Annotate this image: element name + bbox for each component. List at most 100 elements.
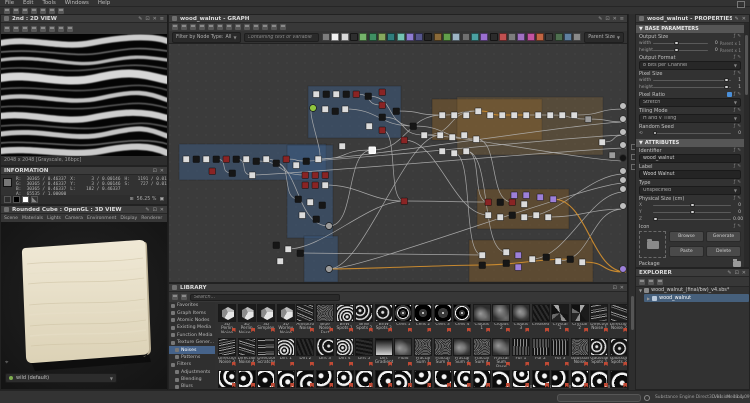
graph-output-node[interactable]: [620, 168, 627, 175]
graph-node[interactable]: [463, 148, 470, 155]
graph-node[interactable]: [183, 156, 190, 163]
node-preset-5[interactable]: [359, 33, 367, 41]
input-wood-walnut[interactable]: Wood Walnut: [639, 170, 741, 179]
properties-scrollbar[interactable]: [744, 23, 749, 267]
graph-node[interactable]: [333, 91, 340, 98]
graph-node[interactable]: [322, 172, 329, 179]
library-item[interactable]: [590, 370, 608, 388]
graph-node[interactable]: [277, 258, 284, 265]
new-package-icon[interactable]: [4, 8, 10, 14]
param-function-icons[interactable]: ƒ✎: [734, 164, 741, 169]
slider-handle[interactable]: [653, 131, 658, 136]
library-item-dirt-1[interactable]: Dirt 1: [277, 338, 295, 367]
properties-header[interactable]: wood_walnut - PROPERTIES ✎ ✕: [636, 15, 749, 23]
dropdown-8-bits-per-channel[interactable]: 8 Bits per Channel▼: [639, 61, 741, 70]
library-header[interactable]: LIBRARY ⊡ ✕: [169, 284, 627, 292]
param-function-icons[interactable]: ƒ✎: [734, 55, 741, 60]
graph-node[interactable]: [297, 250, 304, 257]
graph-node[interactable]: [511, 192, 518, 199]
slider-track[interactable]: [653, 80, 731, 82]
graph-node[interactable]: [353, 91, 360, 98]
library-category-patterns[interactable]: Patterns: [169, 354, 215, 361]
graph-node[interactable]: [302, 182, 309, 189]
param-function-icons[interactable]: ƒ✎: [734, 196, 741, 201]
menu-windows[interactable]: Windows: [65, 0, 89, 7]
menu-help[interactable]: Help: [98, 0, 110, 7]
information-header[interactable]: INFORMATION ⊡ ✕: [1, 167, 167, 175]
graph-node[interactable]: [515, 252, 522, 259]
graph-create-link-icon[interactable]: [217, 24, 223, 30]
float-icon[interactable]: ⊡: [153, 207, 157, 213]
graph-node[interactable]: [475, 108, 482, 115]
library-item-clouds-1[interactable]: Clouds 1: [473, 304, 491, 333]
graph-node[interactable]: [609, 152, 616, 159]
graph-node[interactable]: [303, 158, 310, 165]
library-item-dirt-3[interactable]: Dirt 3: [316, 338, 334, 367]
lock-icon[interactable]: ▣: [159, 197, 164, 202]
library-item-bnw-spots-2[interactable]: BnW Spots 2: [355, 304, 373, 333]
menu-edit[interactable]: Edit: [23, 0, 33, 7]
node-preset-18[interactable]: [480, 33, 488, 41]
slider-track[interactable]: [653, 205, 731, 207]
graph-header[interactable]: wood_walnut - GRAPH ✎ ⊡ ✕ ≡: [169, 15, 627, 23]
library-item[interactable]: [492, 370, 510, 388]
slider-track[interactable]: [653, 43, 708, 45]
param-function-icons[interactable]: ƒ✎: [734, 180, 741, 185]
close-icon[interactable]: ✕: [153, 16, 157, 22]
library-search-input[interactable]: [190, 294, 340, 301]
3d-menu-environment[interactable]: Environment: [87, 216, 116, 221]
graph-node[interactable]: [283, 156, 290, 163]
graph-node[interactable]: [323, 91, 330, 98]
graph-node[interactable]: [326, 223, 333, 230]
graph-node[interactable]: [515, 264, 522, 271]
2d-alpha-icon[interactable]: [31, 26, 37, 32]
graph-node[interactable]: [342, 106, 349, 113]
graph-node[interactable]: [249, 172, 256, 179]
library-item-directional-noise-2[interactable]: Directional Noise 2: [610, 304, 627, 333]
input-wood-walnut[interactable]: wood_walnut: [639, 154, 741, 163]
library-item-directional-scratches[interactable]: Directional Scratches: [257, 338, 275, 367]
graph-node[interactable]: [545, 214, 552, 221]
graph-node[interactable]: [503, 249, 510, 256]
node-preset-2[interactable]: [331, 33, 339, 41]
library-item-directional-noise-3[interactable]: Directional Noise 3: [218, 338, 236, 367]
dock-scroll-handle[interactable]: [631, 296, 634, 330]
graph-node[interactable]: [543, 254, 550, 261]
explorer-package-row[interactable]: ▼ wood_walnut_(final/bw)_v4.sbs*: [636, 286, 749, 294]
graph-node[interactable]: [559, 112, 566, 119]
save-all-icon[interactable]: [31, 8, 37, 14]
graph-node[interactable]: [233, 156, 240, 163]
graph-node[interactable]: [537, 194, 544, 201]
library-item-directional-noise-1[interactable]: Directional Noise 1: [590, 304, 608, 333]
graph-output-node[interactable]: [620, 155, 627, 162]
graph-node[interactable]: [547, 112, 554, 119]
graph-node[interactable]: [521, 214, 528, 221]
notification-icon[interactable]: [644, 395, 650, 401]
library-category-favorites[interactable]: Favorites: [169, 302, 215, 309]
library-item-crystal-1[interactable]: Crystal 1: [551, 304, 569, 333]
graph-node[interactable]: [310, 105, 317, 112]
library-item-3d-perlin-noise[interactable]: 3D Perlin Noise: [218, 304, 236, 333]
param-function-icons[interactable]: ƒ✎: [734, 71, 741, 76]
node-preset-26[interactable]: [555, 33, 563, 41]
library-item[interactable]: [296, 370, 314, 388]
menu-file[interactable]: File: [5, 0, 14, 7]
graph-node[interactable]: [243, 156, 250, 163]
graph-search-icon[interactable]: [271, 24, 277, 30]
close-icon[interactable]: ✕: [160, 207, 164, 213]
graph-node[interactable]: [302, 172, 309, 179]
3d-menu-camera[interactable]: Camera: [65, 216, 83, 221]
graph-node[interactable]: [213, 156, 220, 163]
graph-node[interactable]: [401, 137, 408, 144]
library-item-crystal-2[interactable]: Crystal 2: [571, 304, 589, 333]
close-icon[interactable]: ✕: [742, 270, 746, 276]
library-item[interactable]: [610, 370, 627, 388]
float-icon[interactable]: ⊡: [145, 16, 149, 22]
browse-button[interactable]: Browse: [669, 231, 704, 242]
library-item-dirt-2[interactable]: Dirt 2: [296, 338, 314, 367]
graph-node[interactable]: [319, 202, 326, 209]
node-preset-10[interactable]: [406, 33, 414, 41]
graph-node[interactable]: [223, 156, 230, 163]
2d-tiling-icon[interactable]: [13, 26, 19, 32]
graph-node[interactable]: [599, 139, 606, 146]
